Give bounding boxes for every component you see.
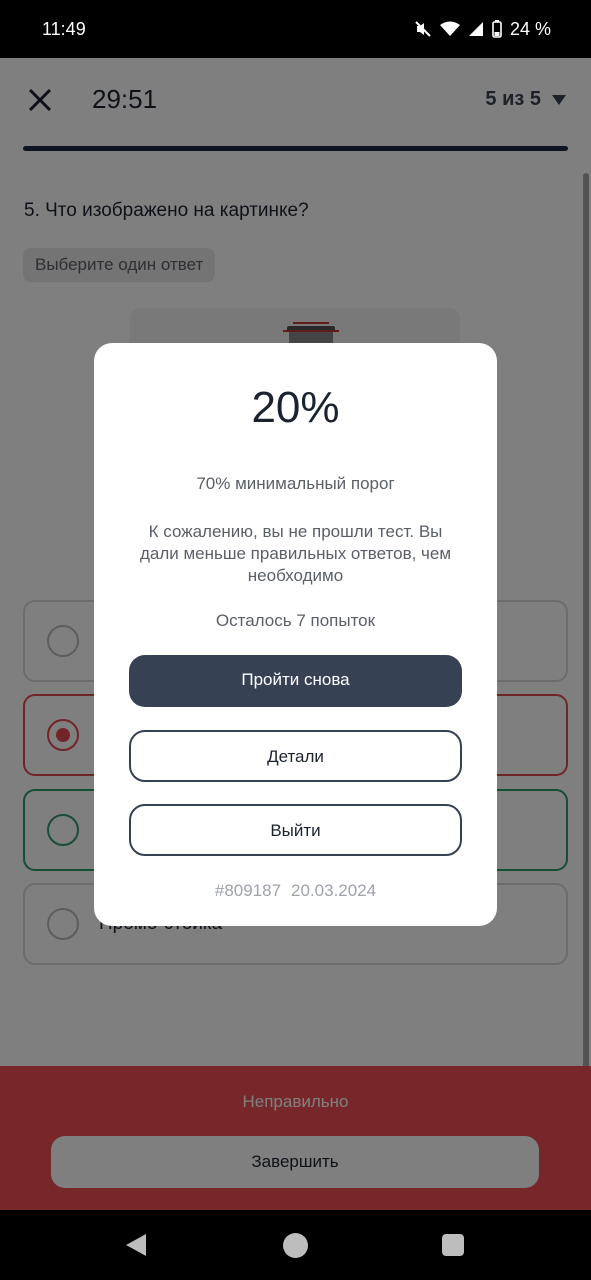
battery-icon xyxy=(492,20,502,38)
pass-threshold: 70% минимальный порог xyxy=(196,474,395,493)
recents-icon[interactable] xyxy=(442,1234,464,1256)
wifi-icon xyxy=(439,21,460,36)
status-time: 11:49 xyxy=(42,18,86,39)
exit-button[interactable]: Выйти xyxy=(129,804,462,856)
status-bar: 11:49 24 % xyxy=(0,0,591,58)
back-icon[interactable] xyxy=(124,1233,148,1257)
details-button[interactable]: Детали xyxy=(129,730,462,782)
status-icons: 24 % xyxy=(414,19,551,40)
system-nav-bar xyxy=(0,1210,591,1280)
attempts-left: Осталось 7 попыток xyxy=(215,611,376,630)
score-percent: 20% xyxy=(251,383,340,432)
signal-icon xyxy=(468,22,483,36)
result-message: К сожалению, вы не прошли тест. Вы дали … xyxy=(139,522,452,585)
retry-button[interactable]: Пройти снова xyxy=(129,655,462,707)
mute-icon xyxy=(415,21,431,37)
test-date: 20.03.2024 xyxy=(291,881,377,900)
result-meta: #809187 20.03.2024 xyxy=(94,881,497,901)
home-icon[interactable] xyxy=(283,1233,308,1258)
test-id: #809187 xyxy=(214,881,282,900)
result-dialog: 20% 70% минимальный порог К сожалению, в… xyxy=(94,343,497,926)
battery-level: 24 % xyxy=(509,18,551,39)
